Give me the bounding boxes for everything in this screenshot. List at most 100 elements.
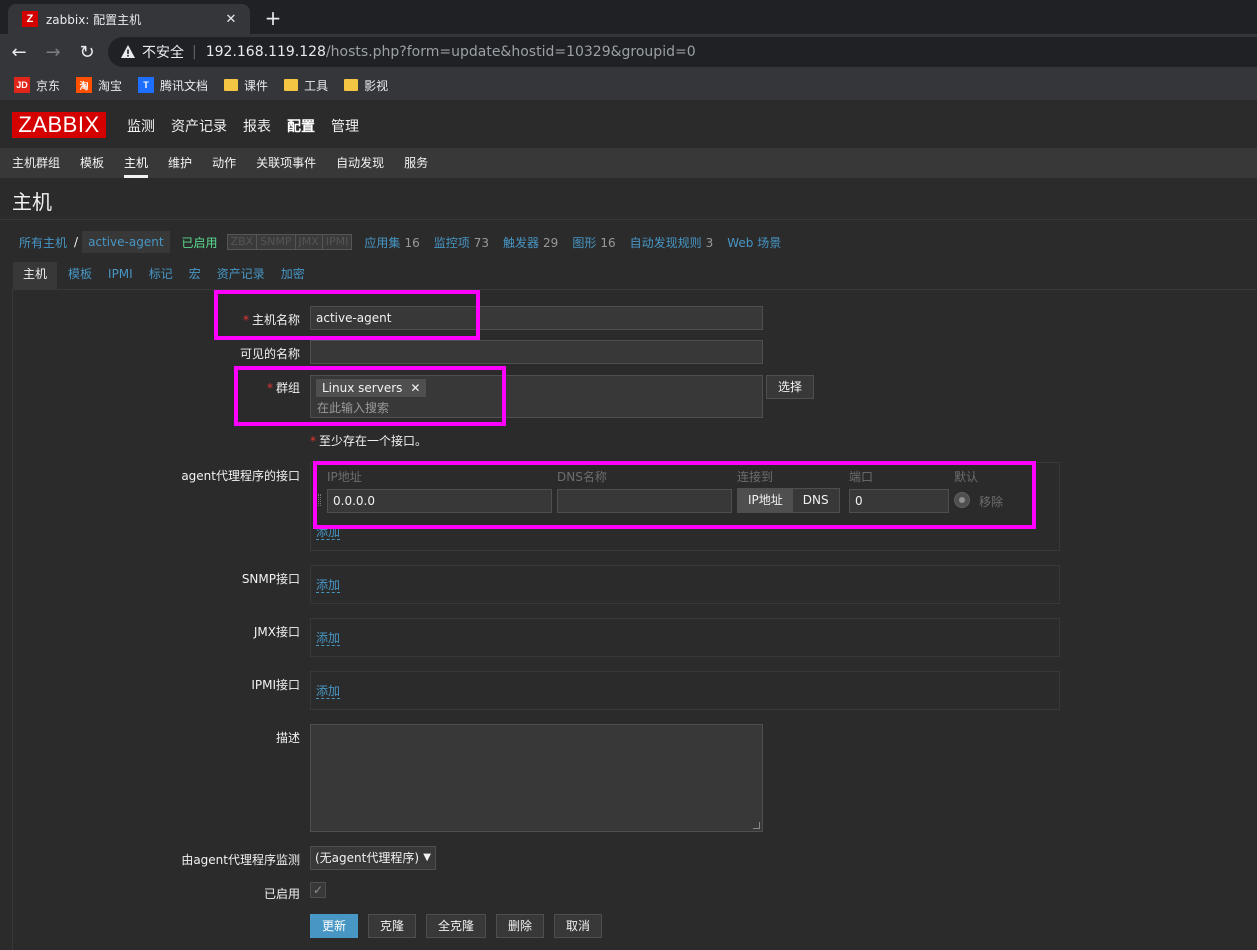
availability-ipmi: IPMI [322,235,352,249]
sub-nav-services[interactable]: 服务 [404,148,428,178]
tab-ipmi[interactable]: IPMI [108,262,133,290]
breadcrumb-applications-label: 应用集 [364,235,401,250]
tab-macros[interactable]: 宏 [189,262,201,290]
select-groups-button[interactable]: 选择 [766,375,814,399]
main-nav: 监测 资产记录 报表 配置 管理 [127,116,375,136]
breadcrumb-web-scenarios[interactable]: Web 场景 [727,234,781,251]
zabbix-header: ZABBIX 监测 资产记录 报表 配置 管理 [0,100,1257,148]
bookmark-label: 淘宝 [98,78,123,93]
agent-interface-label: agent代理程序的接口 [181,469,300,483]
tab-templates[interactable]: 模板 [68,262,92,290]
sub-nav-hosts[interactable]: 主机 [124,148,149,178]
bookmarks-bar: JD 京东 淘 淘宝 T 腾讯文档 课件 工具 影视 [0,70,1257,100]
new-tab-icon[interactable]: + [262,6,284,30]
count: 29 [543,235,559,250]
update-button[interactable]: 更新 [310,914,358,938]
bookmark-label: 影视 [364,78,389,93]
forward-icon[interactable]: → [38,37,68,67]
cancel-button[interactable]: 取消 [554,914,602,938]
tab-tags[interactable]: 标记 [149,262,173,290]
bookmark-folder-courseware[interactable]: 课件 [224,77,268,94]
breadcrumb-current-host[interactable]: active-agent [82,231,170,253]
back-icon[interactable]: ← [4,37,34,67]
tab-host[interactable]: 主机 [13,262,58,294]
highlight-groups [234,366,506,426]
breadcrumb-all-hosts[interactable]: 所有主机 [12,234,74,251]
ipmi-interface-box [310,671,1060,710]
sub-nav-actions[interactable]: 动作 [212,148,236,178]
warning-icon[interactable] [120,44,136,60]
add-snmp-interface-link[interactable]: 添加 [316,578,341,593]
availability-badges: ZBX SNMP JMX IPMI [226,234,353,250]
highlight-agent-interface [313,461,1036,529]
availability-snmp: SNMP [257,235,296,249]
main-nav-monitoring[interactable]: 监测 [127,116,155,136]
url-input[interactable]: 不安全 | 192.168.119.128 /hosts.php?form=up… [108,37,1257,67]
folder-icon [344,79,359,91]
bookmark-label: 京东 [36,78,61,93]
breadcrumb-items[interactable]: 监控项 73 [434,234,489,251]
availability-jmx: JMX [295,235,323,249]
breadcrumb-graphs-label: 图形 [572,235,597,250]
breadcrumb-discovery-rules[interactable]: 自动发现规则 3 [630,234,714,251]
required-mark: * [310,434,316,448]
proxy-label: 由agent代理程序监测 [181,853,300,867]
omnibox-divider: | [192,44,197,60]
ipmi-interface-label: IPMI接口 [251,678,300,692]
browser-tab[interactable]: Z zabbix: 配置主机 ✕ [8,4,250,34]
tab-encryption[interactable]: 加密 [281,262,305,290]
breadcrumb-web-label: Web 场景 [727,235,782,250]
interface-note-text: 至少存在一个接口。 [319,434,428,448]
bookmark-taobao[interactable]: 淘 淘宝 [76,77,122,94]
reload-icon[interactable]: ↻ [72,37,102,67]
visible-name-input[interactable] [310,340,763,364]
sub-nav-discovery[interactable]: 自动发现 [336,148,384,178]
main-nav-inventory[interactable]: 资产记录 [171,116,227,136]
main-nav-administration[interactable]: 管理 [331,116,359,136]
clone-button[interactable]: 克隆 [368,914,416,938]
status-badge[interactable]: 已启用 [174,234,227,251]
main-nav-reports[interactable]: 报表 [243,116,271,136]
tab-inventory[interactable]: 资产记录 [217,262,265,290]
bookmark-jd[interactable]: JD 京东 [14,77,60,94]
bookmark-tencent-docs[interactable]: T 腾讯文档 [138,77,208,94]
page-title: 主机 [12,190,52,214]
sub-nav-host-groups[interactable]: 主机群组 [12,148,60,178]
description-textarea[interactable] [310,724,763,832]
sub-nav-correlation[interactable]: 关联项事件 [256,148,316,178]
count: 16 [600,235,616,250]
zabbix-favicon-icon: Z [22,11,38,27]
bookmark-label: 腾讯文档 [160,78,209,93]
sub-nav-maintenance[interactable]: 维护 [168,148,192,178]
tencent-docs-icon: T [138,77,155,93]
breadcrumb-separator: / [74,235,79,249]
browser-tabstrip: Z zabbix: 配置主机 ✕ + [0,0,1257,34]
breadcrumb-applications[interactable]: 应用集 16 [364,234,419,251]
bookmark-label: 工具 [304,78,329,93]
delete-button[interactable]: 删除 [496,914,544,938]
jmx-interface-box [310,618,1060,657]
full-clone-button[interactable]: 全克隆 [426,914,486,938]
breadcrumb-graphs[interactable]: 图形 16 [572,234,615,251]
count: 3 [705,235,714,250]
close-tab-icon[interactable]: ✕ [222,12,240,27]
folder-icon [224,79,239,91]
description-label: 描述 [275,731,300,745]
bookmark-folder-video[interactable]: 影视 [344,77,388,94]
title-divider [0,219,1257,220]
main-nav-configuration[interactable]: 配置 [287,116,315,136]
enabled-checkbox[interactable]: ✓ [310,882,326,898]
chevron-down-icon: ▼ [423,852,431,863]
breadcrumb-triggers[interactable]: 触发器 29 [503,234,558,251]
add-ipmi-interface-link[interactable]: 添加 [316,684,341,699]
sub-nav-templates[interactable]: 模板 [80,148,104,178]
tab-title: zabbix: 配置主机 [46,12,142,27]
breadcrumb: 所有主机 / active-agent 已启用 ZBX SNMP JMX IPM… [12,230,795,254]
zabbix-logo[interactable]: ZABBIX [12,112,106,138]
bookmark-folder-tools[interactable]: 工具 [284,77,328,94]
proxy-select[interactable]: (无agent代理程序) ▼ [310,846,436,870]
add-jmx-interface-link[interactable]: 添加 [316,631,341,646]
breadcrumb-discovery-label: 自动发现规则 [629,235,702,250]
enabled-label: 已启用 [263,887,300,901]
sub-nav: 主机群组 模板 主机 维护 动作 关联项事件 自动发现 服务 [0,148,1257,178]
